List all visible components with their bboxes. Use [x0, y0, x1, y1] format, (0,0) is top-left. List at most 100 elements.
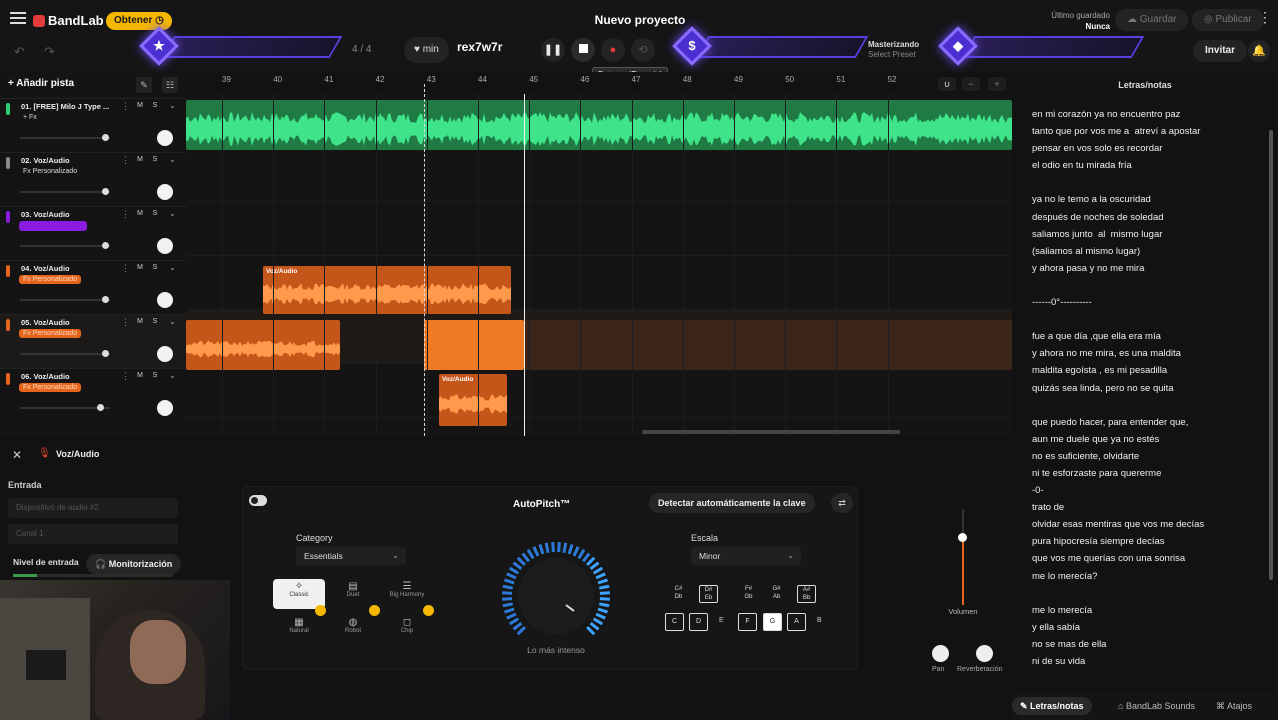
tab-lyrics[interactable]: ✎ Letras/notas — [1012, 697, 1092, 715]
mute-button[interactable]: M — [134, 102, 146, 109]
solo-button[interactable]: S — [149, 156, 161, 163]
track-name[interactable]: 04. Voz/Audio — [21, 264, 117, 273]
reverb-knob[interactable] — [976, 645, 993, 662]
track-volume-slider[interactable] — [20, 296, 110, 303]
volume-slider-handle[interactable] — [101, 188, 109, 195]
solo-button[interactable]: S — [149, 264, 161, 271]
key-b[interactable]: B — [817, 617, 822, 624]
track-settings-icon[interactable]: ☷ — [162, 77, 178, 93]
mastering-control[interactable]: Masterizando Select Preset — [868, 40, 919, 60]
volume-slider-handle[interactable] — [101, 350, 109, 357]
tab-bandlab-sounds[interactable]: ⌂ BandLab Sounds — [1110, 697, 1203, 715]
get-membership-button[interactable]: Obtener ◷ — [106, 12, 172, 30]
key-d[interactable]: D — [689, 613, 708, 631]
add-track-button[interactable]: + Añadir pista — [8, 78, 74, 89]
key-a[interactable]: A — [787, 613, 806, 631]
track-fx-button[interactable]: + Fx — [19, 113, 41, 122]
key-sharp[interactable]: G# Ab — [767, 585, 786, 603]
chevron-down-icon[interactable]: ⌄ — [169, 263, 176, 272]
intensity-knob[interactable] — [499, 539, 613, 653]
pan-knob[interactable] — [157, 400, 173, 416]
record-button[interactable]: ● — [601, 38, 625, 62]
track-name[interactable]: 05. Voz/Audio — [21, 318, 117, 327]
volume-slider-handle[interactable] — [97, 404, 104, 411]
mute-button[interactable]: M — [134, 264, 146, 271]
timeline-ruler[interactable]: 39 40 41 42 43 44 45 46 47 48 49 50 51 52 — [186, 72, 1012, 94]
mute-button[interactable]: M — [134, 318, 146, 325]
pencil-icon[interactable]: ✎ — [136, 77, 152, 93]
track-volume-slider[interactable] — [20, 134, 110, 141]
chevron-down-icon[interactable]: ⌄ — [169, 101, 176, 110]
publish-button[interactable]: ◎ Publicar — [1192, 9, 1264, 31]
close-icon[interactable]: ✕ — [12, 448, 22, 462]
volume-fader-handle[interactable] — [958, 533, 967, 542]
track-header[interactable]: 06. Voz/Audio Fx Personalizado ⋮ M S ⌄ — [0, 368, 186, 422]
project-title[interactable]: Nuevo proyecto — [560, 13, 720, 27]
audio-clip-track5c[interactable] — [524, 320, 1012, 370]
notification-bell-icon[interactable]: 🔔 — [1248, 40, 1270, 62]
audio-clip-track4[interactable]: Voz/Audio — [263, 266, 511, 314]
solo-button[interactable]: S — [149, 318, 161, 325]
redo-icon[interactable]: ↷ — [44, 44, 55, 60]
track-header[interactable]: 01. [FREE] Milo J Type ... + Fx ⋮ M S ⌄ — [0, 98, 186, 152]
zoom-out-icon[interactable]: − — [962, 77, 980, 91]
track-fx-button[interactable]: Fx Personalizado — [19, 329, 82, 338]
volume-fader[interactable] — [962, 509, 964, 605]
track-fx-button[interactable] — [19, 221, 87, 231]
track-more-icon[interactable]: ⋮ — [121, 317, 130, 328]
track-volume-slider[interactable] — [20, 350, 110, 357]
track-fx-button[interactable]: Fx Personalizado — [19, 275, 82, 284]
key-c[interactable]: C — [665, 613, 684, 631]
track-volume-slider[interactable] — [20, 188, 110, 195]
more-icon[interactable]: ⋮ — [1258, 9, 1272, 26]
track-header[interactable]: 02. Voz/Audio Fx Personalizado ⋮ M S ⌄ — [0, 152, 186, 206]
input-device-select[interactable]: Dispositivo de audio #2 — [8, 498, 178, 518]
time-signature[interactable]: 4 / 4 — [352, 44, 371, 55]
solo-button[interactable]: S — [149, 210, 161, 217]
input-channel-select[interactable]: Canal 1 — [8, 524, 178, 544]
key-g[interactable]: G — [763, 613, 782, 631]
track-name[interactable]: 03. Voz/Audio — [21, 210, 117, 219]
preset-duet[interactable]: ▤ Duet — [327, 579, 379, 609]
track-more-icon[interactable]: ⋮ — [121, 209, 130, 220]
volume-slider-handle[interactable] — [101, 242, 109, 249]
track-name[interactable]: 02. Voz/Audio — [21, 156, 117, 165]
invite-button[interactable]: Invitar — [1193, 40, 1248, 62]
save-button[interactable]: ☁ Guardar — [1115, 9, 1189, 31]
track-header[interactable]: 04. Voz/Audio Fx Personalizado ⋮ M S ⌄ — [0, 260, 186, 314]
zoom-in-icon[interactable]: + — [988, 77, 1006, 91]
category-select[interactable]: Essentials ⌄ — [296, 547, 406, 565]
mute-button[interactable]: M — [134, 372, 146, 379]
tracks-area[interactable]: Voz/Audio Voz/Audio — [186, 94, 1012, 436]
preset-robot[interactable]: ◍ Robot — [327, 615, 379, 645]
pan-knob[interactable] — [157, 184, 173, 200]
track-name[interactable]: 01. [FREE] Milo J Type ... — [21, 102, 117, 111]
solo-button[interactable]: S — [149, 102, 161, 109]
track-more-icon[interactable]: ⋮ — [121, 263, 130, 274]
chevron-down-icon[interactable]: ⌄ — [169, 371, 176, 380]
volume-slider-handle[interactable] — [101, 134, 109, 141]
track-fx-button[interactable]: Fx Personalizado — [19, 383, 82, 392]
tab-shortcuts[interactable]: ⌘ Atajos — [1208, 697, 1260, 715]
pan-knob[interactable] — [157, 238, 173, 254]
mute-button[interactable]: M — [134, 210, 146, 217]
preset-classic[interactable]: ✧ Classic — [273, 579, 325, 609]
pan-knob[interactable] — [932, 645, 949, 662]
horizontal-scrollbar[interactable] — [642, 430, 900, 434]
solo-button[interactable]: S — [149, 372, 161, 379]
autopitch-toggle[interactable] — [249, 495, 267, 506]
pan-knob[interactable] — [157, 130, 173, 146]
key-sharp[interactable]: C# Db — [669, 585, 688, 603]
track-more-icon[interactable]: ⋮ — [121, 155, 130, 166]
key-sharp[interactable]: A# Bb — [797, 585, 816, 603]
stop-button[interactable] — [571, 38, 595, 62]
track-header[interactable]: 03. Voz/Audio ⋮ M S ⌄ — [0, 206, 186, 260]
preset-natural[interactable]: ▦ Natural — [273, 615, 325, 645]
volume-slider-handle[interactable] — [101, 296, 109, 303]
pause-button[interactable]: ❚❚ — [541, 38, 565, 62]
pan-knob[interactable] — [157, 346, 173, 362]
mute-button[interactable]: M — [134, 156, 146, 163]
pan-knob[interactable] — [157, 292, 173, 308]
bandlab-logo[interactable]: BandLab — [33, 13, 104, 28]
key-sharp[interactable]: F# Gb — [739, 585, 758, 603]
